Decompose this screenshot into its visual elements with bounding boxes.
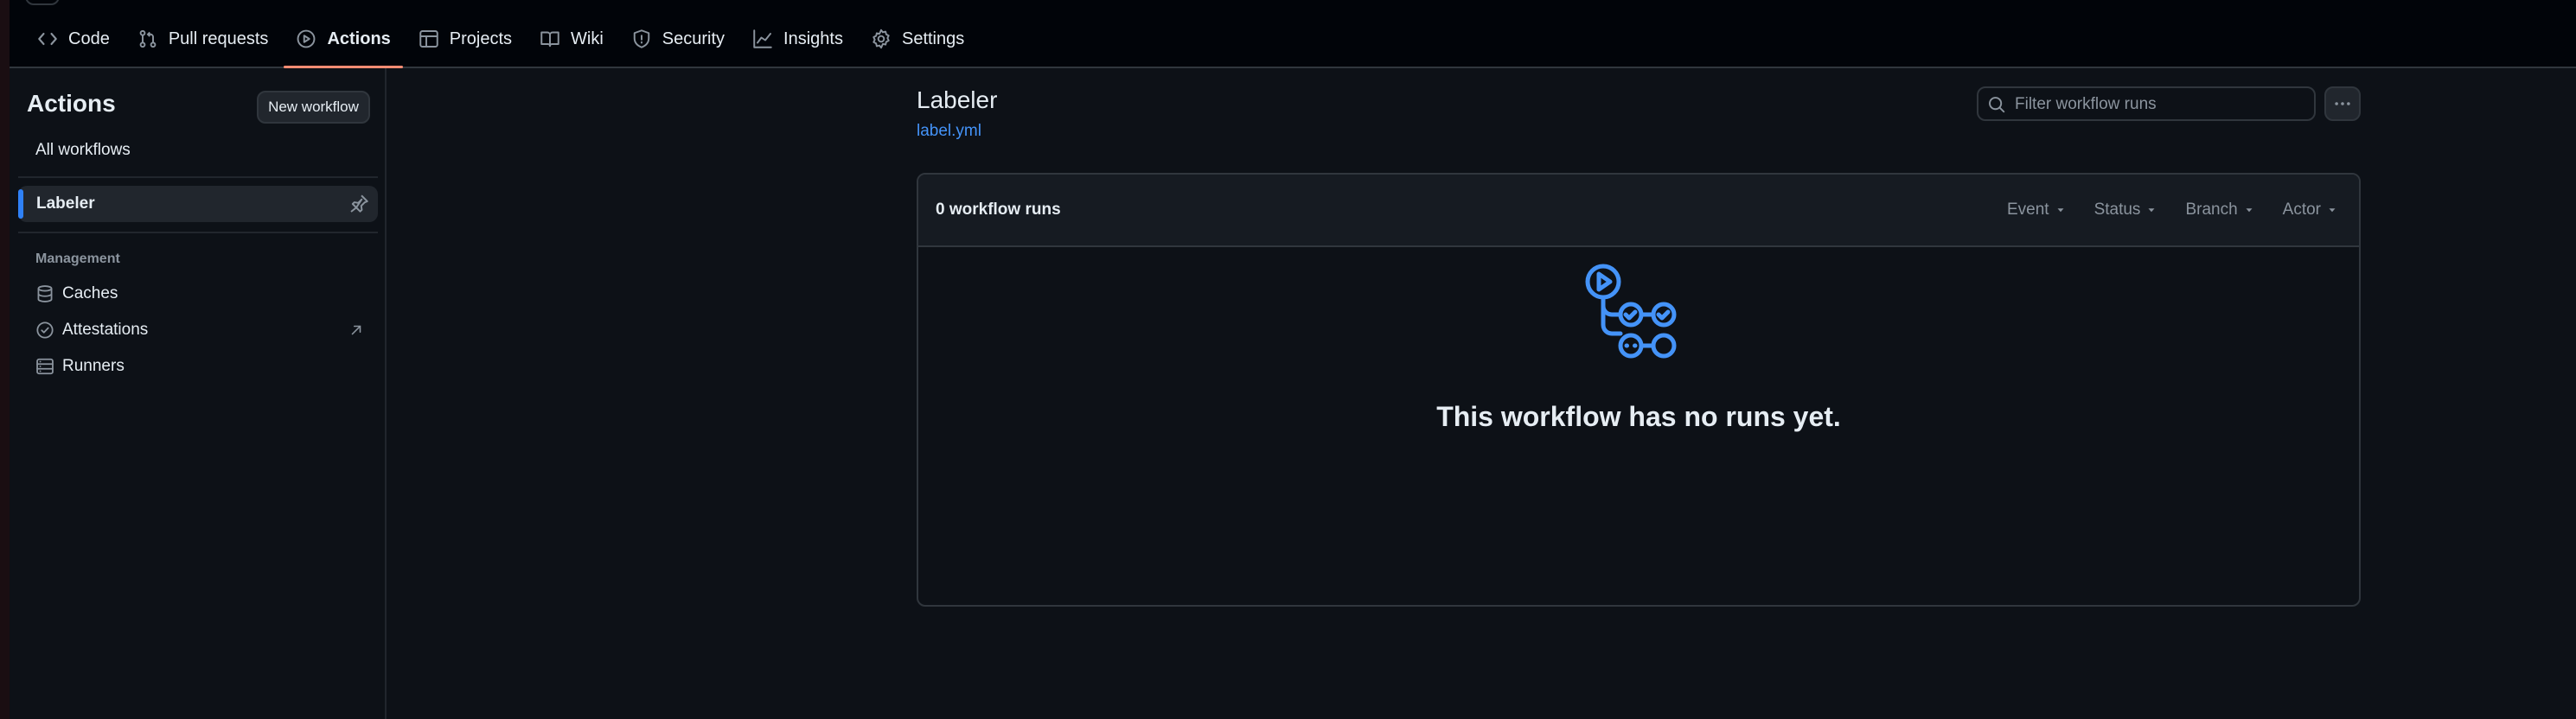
filter-event-label: Event [2006,200,2049,219]
tab-pull-requests-label: Pull requests [168,29,269,48]
sidebar-item-runners-label: Runners [62,357,125,375]
tab-insights[interactable]: Insights [740,21,855,57]
external-link-icon [348,322,364,338]
sidebar-divider [18,232,378,233]
verified-icon [35,321,54,340]
management-heading: Management [35,251,120,266]
tab-actions[interactable]: Actions [284,21,404,68]
blankslate-message: This workflow has no runs yet. [1436,401,1841,432]
workflow-runs-box: 0 workflow runs Event Status Branch Acto… [917,173,2361,607]
triangle-down-icon [2326,204,2338,216]
filter-branch[interactable]: Branch [2185,197,2254,223]
sidebar-item-labeler-label: Labeler [36,194,95,213]
server-icon [35,357,54,376]
sidebar-item-attestations-label: Attestations [62,321,149,339]
sidebar-title: Actions [27,90,116,117]
tab-wiki[interactable]: Wiki [527,21,616,57]
filter-actor[interactable]: Actor [2283,197,2338,223]
shield-icon [631,29,652,49]
gear-icon [871,29,892,49]
filter-event[interactable]: Event [2007,197,2067,223]
filter-runs-input[interactable] [2015,93,2309,116]
triangle-down-icon [2145,204,2157,216]
window-edge [0,0,10,719]
workflow-title: Labeler [917,86,998,113]
table-icon [419,29,439,49]
header-logo[interactable] [79,0,131,3]
tab-insights-label: Insights [783,29,843,48]
sidebar-divider [18,176,378,178]
book-icon [540,29,560,49]
sidebar-item-caches[interactable]: Caches [35,281,373,307]
workflow-file-link[interactable]: label.yml [917,122,981,141]
tab-settings-label: Settings [901,29,965,48]
database-icon [35,284,54,303]
kebab-horizontal-icon [2335,102,2350,105]
tab-wiki-label: Wiki [571,29,604,48]
sidebar-item-caches-label: Caches [62,284,118,302]
search-icon [1987,95,2006,114]
filter-status[interactable]: Status [2094,197,2158,223]
tab-security[interactable]: Security [619,21,737,57]
triangle-down-icon [2243,204,2255,216]
repo-header: Code Pull requests Actions Projects Wiki [10,0,2576,68]
code-icon [37,29,58,49]
tab-code[interactable]: Code [25,21,122,57]
tab-code-label: Code [68,29,110,48]
filter-runs-field [1977,86,2316,121]
repo-nav: Code Pull requests Actions Projects Wiki [25,21,980,68]
filter-actor-label: Actor [2282,200,2321,219]
filter-status-label: Status [2093,200,2141,219]
sidebar-item-all-workflows[interactable]: All workflows [35,141,131,160]
tab-settings[interactable]: Settings [859,21,976,57]
tab-projects[interactable]: Projects [406,21,524,57]
tab-projects-label: Projects [449,29,513,48]
workflow-runs-header: 0 workflow runs Event Status Branch Acto… [918,175,2359,247]
sidebar-item-runners[interactable]: Runners [35,353,373,379]
menu-button[interactable] [25,0,60,5]
tab-pull-requests[interactable]: Pull requests [125,21,281,57]
new-workflow-button[interactable]: New workflow [257,91,370,124]
runs-filters: Event Status Branch Actor [1979,197,2338,223]
sidebar-item-labeler[interactable]: Labeler [18,186,378,222]
graph-icon [752,29,773,49]
workflow-blankslate-icon [1584,263,1688,361]
selected-indicator [18,189,23,219]
git-pull-request-icon [137,29,158,49]
tab-security-label: Security [662,29,725,48]
actions-sidebar: Actions New workflow All workflows Label… [10,68,387,719]
pin-icon[interactable] [348,194,369,214]
tab-actions-label: Actions [327,29,391,48]
filter-branch-label: Branch [2185,200,2238,219]
runs-count: 0 workflow runs [936,200,1061,219]
sidebar-item-attestations[interactable]: Attestations [35,317,373,343]
triangle-down-icon [2055,204,2067,216]
play-icon [296,29,316,49]
more-options-button[interactable] [2324,86,2361,121]
